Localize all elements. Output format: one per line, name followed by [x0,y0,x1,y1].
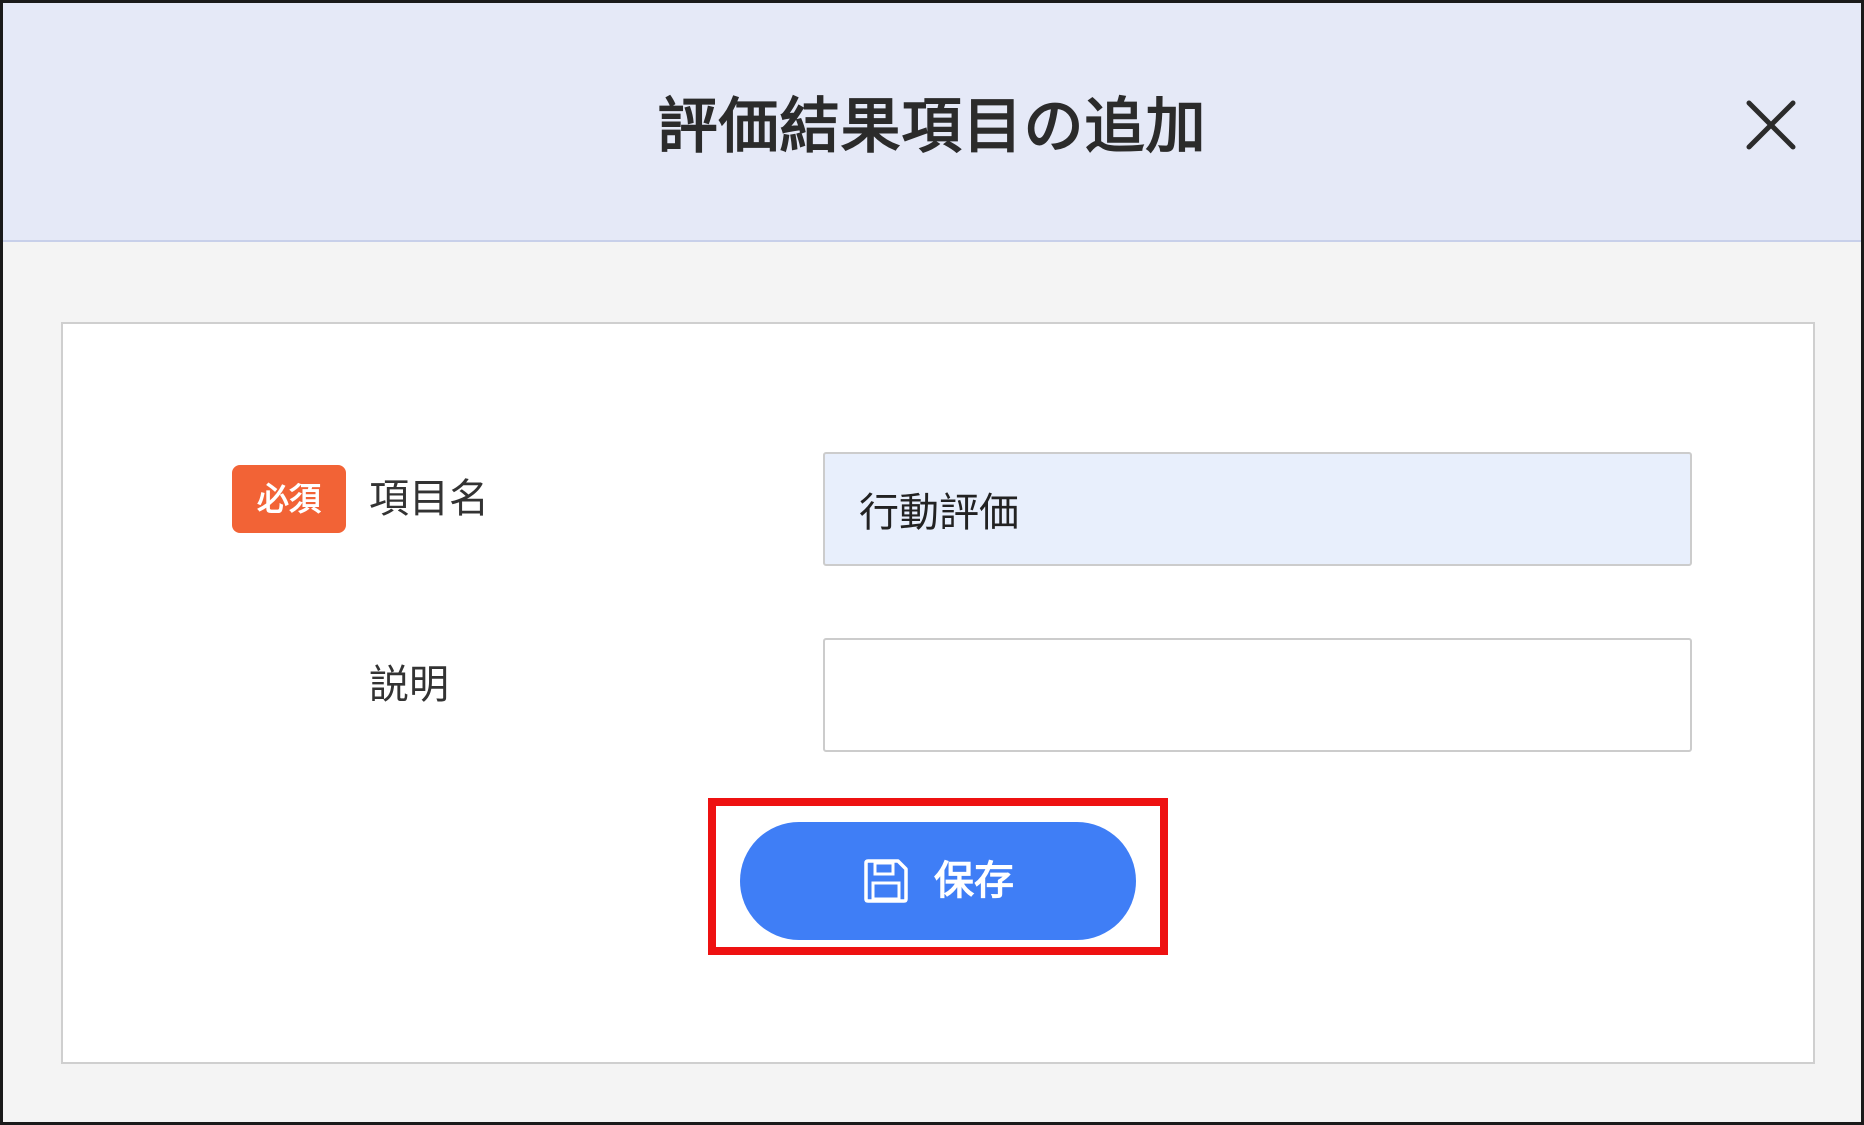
save-button-label: 保存 [934,858,1014,904]
item-name-label: 項目名 [369,476,489,522]
dialog-title: 評価結果項目の追加 [657,92,1207,162]
add-evaluation-item-dialog: 評価結果項目の追加 必須 項目名 説明 保存 [0,0,1864,1125]
dialog-header: 評価結果項目の追加 [3,3,1861,242]
close-button[interactable] [1741,95,1801,155]
item-name-input[interactable] [823,452,1692,566]
form-panel: 必須 項目名 説明 保存 [61,322,1815,1064]
description-label: 説明 [369,662,449,708]
floppy-disk-icon [862,857,910,905]
required-badge: 必須 [232,465,346,533]
description-input[interactable] [823,638,1692,752]
close-icon [1746,100,1796,150]
save-button[interactable]: 保存 [740,822,1136,940]
